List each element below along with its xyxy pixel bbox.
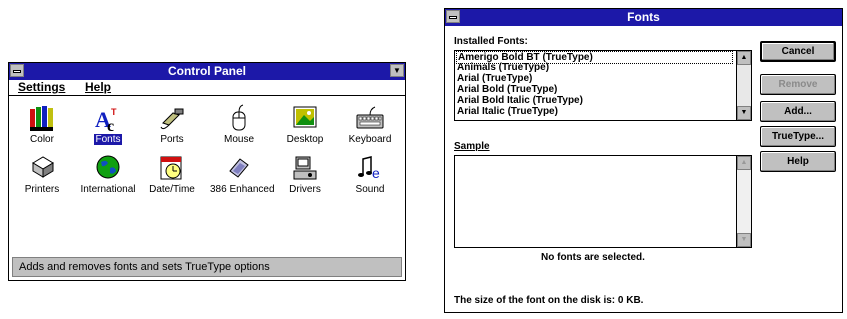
sample-scrollbar: ▲ ▼	[736, 156, 751, 247]
cp-label-fonts: Fonts	[79, 134, 137, 145]
control-panel-icon-grid: Color A c T Fonts Ports Mouse Desktop Ke…	[9, 97, 405, 257]
svg-text:c: c	[107, 118, 114, 133]
386-enhanced-icon	[229, 158, 249, 178]
drivers-icon	[293, 156, 317, 180]
cp-item-keyboard[interactable]: Keyboard	[341, 103, 399, 145]
keyboard-icon	[356, 106, 384, 129]
svg-text:T: T	[111, 107, 117, 117]
sound-icon: e	[358, 156, 380, 181]
no-fonts-selected-message: No fonts are selected.	[541, 252, 645, 263]
font-list-item[interactable]: Arial Bold (TrueType)	[457, 84, 557, 95]
color-icon	[30, 106, 53, 131]
cp-item-desktop[interactable]: Desktop	[276, 103, 334, 145]
cp-item-386-enhanced[interactable]: 386 Enhanced	[210, 153, 275, 195]
cp-label-sound: Sound	[355, 184, 385, 195]
sample-box: ▲ ▼	[454, 155, 752, 248]
cp-label-fonts-text: Fonts	[94, 134, 122, 145]
cp-label-keyboard: Keyboard	[348, 134, 392, 145]
installed-fonts-label: Installed Fonts:	[454, 36, 528, 47]
cp-label-date-time: Date/Time	[149, 184, 195, 195]
cp-label-mouse: Mouse	[223, 134, 254, 145]
fonts-dialog-titlebar[interactable]: Fonts	[445, 9, 842, 26]
font-list-item[interactable]: Arial Italic (TrueType)	[457, 106, 558, 117]
fonts-dialog-title: Fonts	[627, 10, 660, 24]
scroll-up-icon[interactable]: ▲	[737, 51, 751, 65]
cp-item-international[interactable]: International	[79, 153, 137, 195]
control-panel-title: Control Panel	[167, 64, 246, 78]
installed-fonts-scrollbar[interactable]: ▲ ▼	[736, 51, 751, 120]
font-list-item[interactable]: Animals (TrueType)	[457, 62, 549, 73]
scroll-down-icon[interactable]: ▼	[737, 106, 751, 120]
cp-item-color[interactable]: Color	[13, 103, 71, 145]
control-panel-window: Control Panel ▼ Settings Help Color A c …	[8, 62, 406, 281]
cp-item-ports[interactable]: Ports	[143, 103, 201, 145]
cp-label-ports: Ports	[160, 134, 184, 145]
desktop-icon	[293, 106, 317, 128]
truetype-button[interactable]: TrueType...	[760, 126, 836, 147]
cp-label-drivers: Drivers	[289, 184, 321, 195]
cp-item-fonts[interactable]: A c T Fonts	[79, 103, 137, 145]
sample-label: Sample	[454, 141, 490, 152]
control-panel-menubar: Settings Help	[9, 80, 405, 96]
minimize-icon[interactable]: ▼	[390, 64, 404, 77]
add-button[interactable]: Add...	[760, 101, 836, 122]
system-menu-icon[interactable]	[446, 10, 460, 23]
cp-item-mouse[interactable]: Mouse	[210, 103, 268, 145]
mouse-icon	[232, 104, 246, 131]
cp-label-international: International	[80, 184, 136, 195]
font-list-item[interactable]: Arial (TrueType)	[457, 73, 532, 84]
font-list-item[interactable]: Arial Bold Italic (TrueType)	[457, 95, 583, 106]
font-size-message: The size of the font on the disk is: 0 K…	[454, 295, 644, 306]
scroll-up-icon: ▲	[737, 156, 751, 170]
international-icon	[96, 155, 120, 179]
cp-item-date-time[interactable]: Date/Time	[143, 153, 201, 195]
installed-fonts-list[interactable]: Amerigo Bold BT (TrueType) Animals (True…	[454, 50, 752, 121]
cancel-button[interactable]: Cancel	[760, 41, 836, 62]
ports-icon	[160, 108, 184, 130]
fonts-dialog: Fonts Installed Fonts: Amerigo Bold BT (…	[444, 8, 843, 313]
menu-settings[interactable]: Settings	[18, 80, 65, 94]
cp-label-color: Color	[30, 134, 54, 145]
remove-button[interactable]: Remove	[760, 74, 836, 95]
cp-item-drivers[interactable]: Drivers	[276, 153, 334, 195]
scroll-down-icon: ▼	[737, 233, 751, 247]
cp-label-386-enhanced: 386 Enhanced	[210, 184, 275, 195]
cp-item-printers[interactable]: Printers	[13, 153, 71, 195]
date-time-icon	[160, 156, 182, 180]
printers-icon	[32, 156, 54, 178]
cp-label-printers: Printers	[24, 184, 60, 195]
svg-text:e: e	[372, 165, 380, 181]
fonts-icon: A c T	[95, 107, 117, 133]
control-panel-titlebar[interactable]: Control Panel ▼	[9, 63, 405, 80]
system-menu-icon[interactable]	[10, 64, 24, 77]
help-button[interactable]: Help	[760, 151, 836, 172]
control-panel-status-bar: Adds and removes fonts and sets TrueType…	[12, 257, 402, 277]
cp-item-sound[interactable]: e Sound	[341, 153, 399, 195]
cp-label-desktop: Desktop	[286, 134, 324, 145]
menu-help[interactable]: Help	[85, 80, 111, 94]
